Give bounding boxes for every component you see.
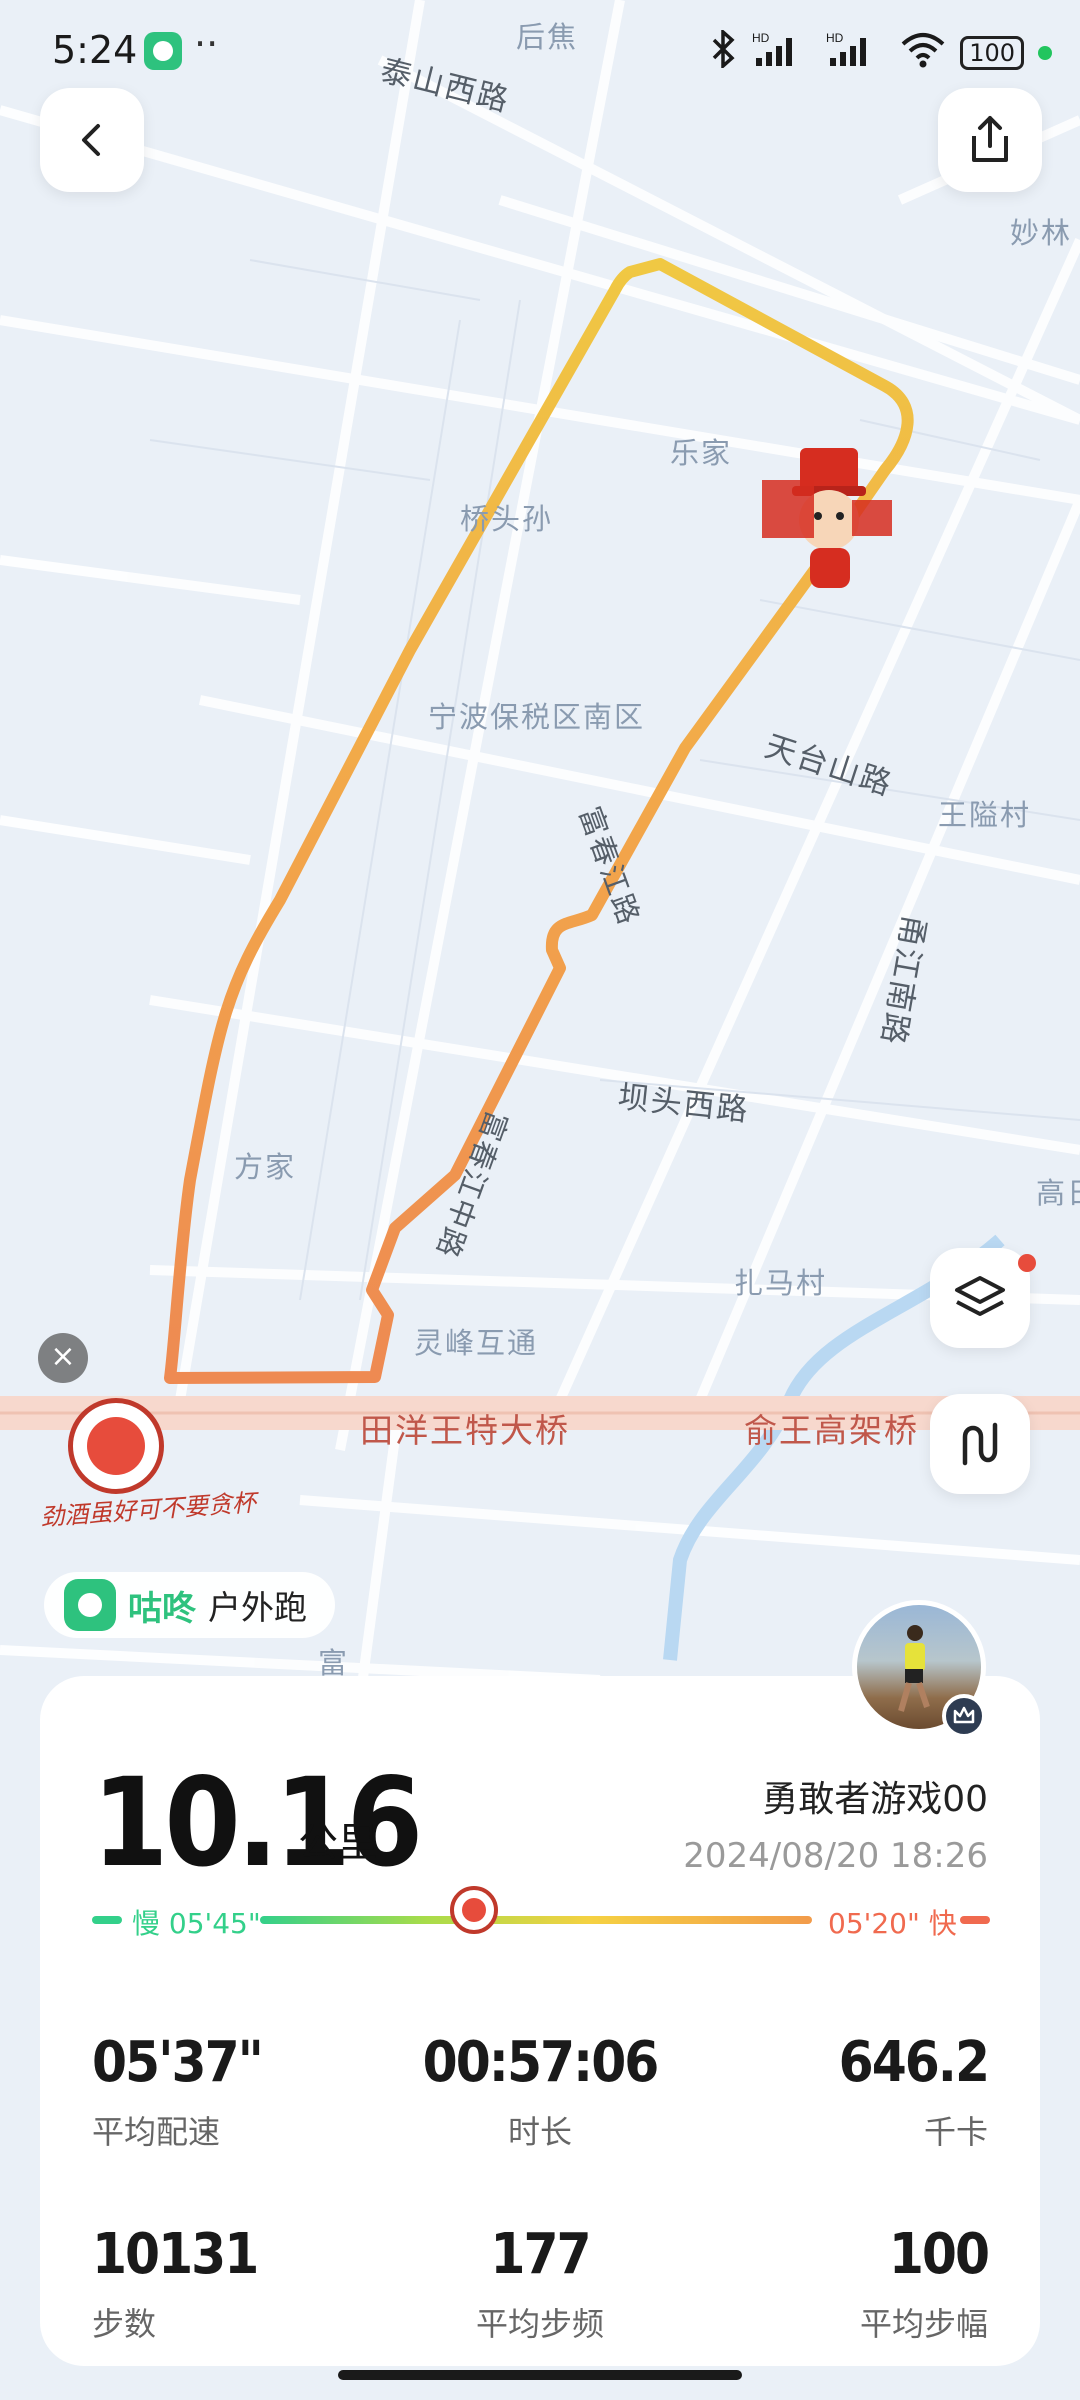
stat-stride-label: 平均步幅 <box>859 2305 988 2343</box>
network-type: HD <box>752 31 770 45</box>
codoon-logo-icon <box>64 1579 116 1631</box>
share-icon <box>972 116 1008 162</box>
layers-icon <box>955 1276 1005 1316</box>
route-playback-button[interactable] <box>930 1394 1030 1494</box>
chevron-left-icon <box>82 124 100 156</box>
pace-gradient-bar <box>260 1916 812 1924</box>
stat-duration-value: 00:57:06 <box>422 2030 660 2095</box>
map-label-lingfeng-interchange: 灵峰互通 <box>414 1326 539 1360</box>
stat-stride: 100 平均步幅 <box>859 2222 990 2345</box>
stat-duration: 00:57:06 时长 <box>422 2030 660 2153</box>
status-time: 5:24 <box>52 28 138 72</box>
stat-cadence: 177 平均步频 <box>476 2222 604 2345</box>
pace-slow-label: 慢 05'45" <box>132 1907 261 1940</box>
stat-avg-pace-value: 05'37" <box>92 2030 264 2095</box>
stat-cadence-label: 平均步频 <box>475 2305 605 2343</box>
pace-fast-marker <box>960 1916 990 1924</box>
signal-icon-2: HD <box>826 30 886 76</box>
map-label-yuwang-viaduct: 俞王高架桥 <box>744 1411 919 1450</box>
runner-photo <box>898 1625 930 1712</box>
stat-cadence-value: 177 <box>490 2222 591 2287</box>
distance-unit: 公里 <box>298 1820 378 1866</box>
map-label-lejia: 乐家 <box>670 436 733 470</box>
stat-steps-value: 10131 <box>92 2222 259 2287</box>
map-layers-button[interactable] <box>930 1248 1036 1348</box>
more-notifications-indicator: ·· <box>194 22 219 66</box>
stat-duration-label: 时长 <box>507 2113 573 2151</box>
stat-steps-label: 步数 <box>92 2305 157 2343</box>
crown-badge-icon <box>942 1694 986 1738</box>
pace-fast-label: 05'20" 快 <box>828 1907 957 1940</box>
ad-logo[interactable] <box>68 1398 164 1494</box>
run-date: 2024/08/20 18:26 <box>683 1836 988 1876</box>
stat-calories: 646.2 千卡 <box>838 2030 990 2153</box>
stat-avg-pace: 05'37" 平均配速 <box>92 2030 264 2153</box>
signal-icon: HD <box>752 30 812 76</box>
stat-stride-value: 100 <box>888 2222 990 2287</box>
status-right: HD HD 100 <box>708 28 1052 76</box>
map-label-miaolin: 妙林 <box>1010 216 1073 250</box>
wifi-icon <box>900 30 946 76</box>
ad-close-button[interactable]: × <box>38 1333 88 1383</box>
svg-text:HD: HD <box>826 31 844 45</box>
stat-avg-pace-label: 平均配速 <box>92 2113 221 2151</box>
map-label-qiaotousun: 桥头孙 <box>460 502 554 536</box>
pace-slow-marker <box>92 1916 122 1924</box>
pace-legend: 慢 05'45" 05'20" 快 <box>92 1898 990 1942</box>
stat-calories-label: 千卡 <box>923 2113 988 2151</box>
app-brand: 咕咚 <box>128 1588 196 1629</box>
bluetooth-icon <box>708 28 738 76</box>
stat-steps: 10131 步数 <box>92 2222 259 2345</box>
route-path-icon <box>962 1422 998 1466</box>
map-label-tianyang-bridge: 田洋王特大桥 <box>360 1411 570 1450</box>
user-name[interactable]: 勇敢者游戏00 <box>762 1770 988 1822</box>
sport-type-chip: 咕咚 户外跑 <box>44 1572 335 1638</box>
privacy-indicator-dot <box>1038 46 1052 60</box>
app-notification-icon <box>144 32 182 70</box>
map-label-fangjia: 方家 <box>234 1150 297 1184</box>
map-label-wangyicun: 王隘村 <box>938 798 1032 832</box>
map-label-gao: 高日 <box>1036 1176 1080 1210</box>
layers-notification-dot <box>1018 1254 1036 1272</box>
map-label-zhamacun: 扎马村 <box>734 1266 828 1300</box>
status-bar: 5:24 ·· HD HD 100 <box>0 0 1080 100</box>
home-indicator[interactable] <box>338 2370 742 2380</box>
back-button[interactable] <box>40 88 144 192</box>
sport-mode: 户外跑 <box>208 1588 307 1627</box>
map-label-ningbo-bonded: 宁波保税区南区 <box>428 700 646 734</box>
share-button[interactable] <box>938 88 1042 192</box>
stat-calories-value: 646.2 <box>838 2030 990 2095</box>
battery-indicator: 100 <box>960 36 1024 70</box>
pace-ad-logo[interactable] <box>450 1886 498 1934</box>
